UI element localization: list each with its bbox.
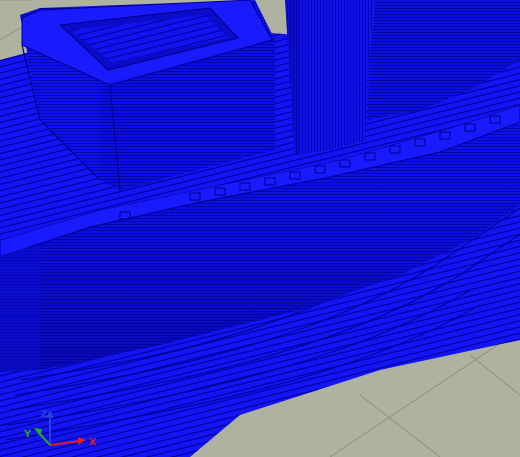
- axis-x-label: X: [89, 437, 97, 448]
- axis-y-label: Y: [23, 429, 32, 440]
- axis-z-label: Z: [41, 409, 48, 420]
- hull-left-face: [0, 245, 40, 372]
- 3d-viewport[interactable]: Z X Y: [0, 0, 520, 457]
